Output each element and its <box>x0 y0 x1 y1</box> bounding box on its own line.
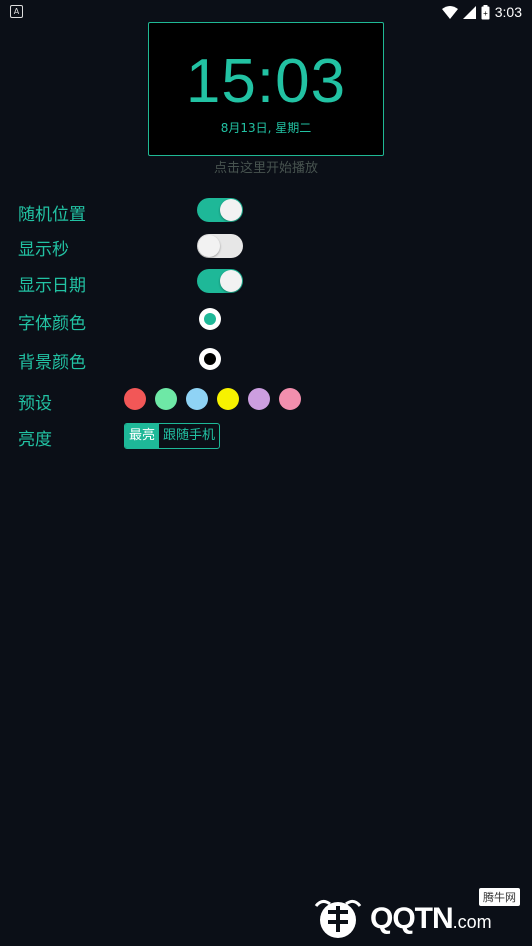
qqtn-logo-icon <box>314 899 362 938</box>
preset-color-green[interactable] <box>155 388 177 410</box>
brightness-option-max[interactable]: 最亮 <box>125 424 160 448</box>
switch-knob <box>198 235 220 257</box>
show-date-switch[interactable] <box>197 269 243 293</box>
brightness-segmented-control: 最亮 跟随手机 <box>124 423 221 449</box>
switch-knob <box>220 270 242 292</box>
brightness-label: 亮度 <box>18 430 52 450</box>
preset-color-purple[interactable] <box>248 388 270 410</box>
background-color-label: 背景颜色 <box>18 353 86 373</box>
switch-knob <box>220 199 242 221</box>
wifi-icon <box>441 5 458 19</box>
background-color-dot <box>204 353 216 365</box>
status-bar: A + 3:03 <box>0 0 532 24</box>
play-hint[interactable]: 点击这里开始播放 <box>0 157 532 176</box>
watermark-badge: 腾牛网 <box>479 888 520 906</box>
show-seconds-switch[interactable] <box>197 234 243 258</box>
preset-color-red[interactable] <box>124 388 146 410</box>
random-position-switch[interactable] <box>197 198 243 222</box>
clock-preview[interactable]: 15:03 8月13日, 星期二 <box>148 22 384 156</box>
presets-label: 预设 <box>18 394 52 414</box>
font-color-label: 字体颜色 <box>18 314 86 334</box>
show-date-label: 显示日期 <box>18 276 86 296</box>
signal-icon <box>462 5 476 19</box>
brightness-option-follow-phone[interactable]: 跟随手机 <box>159 424 219 448</box>
show-seconds-label: 显示秒 <box>18 240 69 260</box>
status-bar-right: + 3:03 <box>441 3 522 21</box>
clock-time: 15:03 <box>185 47 347 116</box>
font-color-picker[interactable] <box>199 308 221 330</box>
svg-text:+: + <box>483 9 488 18</box>
battery-icon: + <box>481 4 490 19</box>
preset-color-blue[interactable] <box>186 388 208 410</box>
watermark-text: QQTN.com <box>370 902 492 935</box>
app-notification-icon: A <box>10 5 23 18</box>
preset-color-yellow[interactable] <box>217 388 239 410</box>
watermark: QQTN.com 腾牛网 <box>314 888 524 940</box>
clock-date: 8月13日, 星期二 <box>220 121 312 135</box>
background-color-picker[interactable] <box>199 348 221 370</box>
preset-color-pink[interactable] <box>279 388 301 410</box>
random-position-label: 随机位置 <box>18 205 86 225</box>
font-color-dot <box>204 313 216 325</box>
status-bar-time: 3:03 <box>494 4 522 20</box>
